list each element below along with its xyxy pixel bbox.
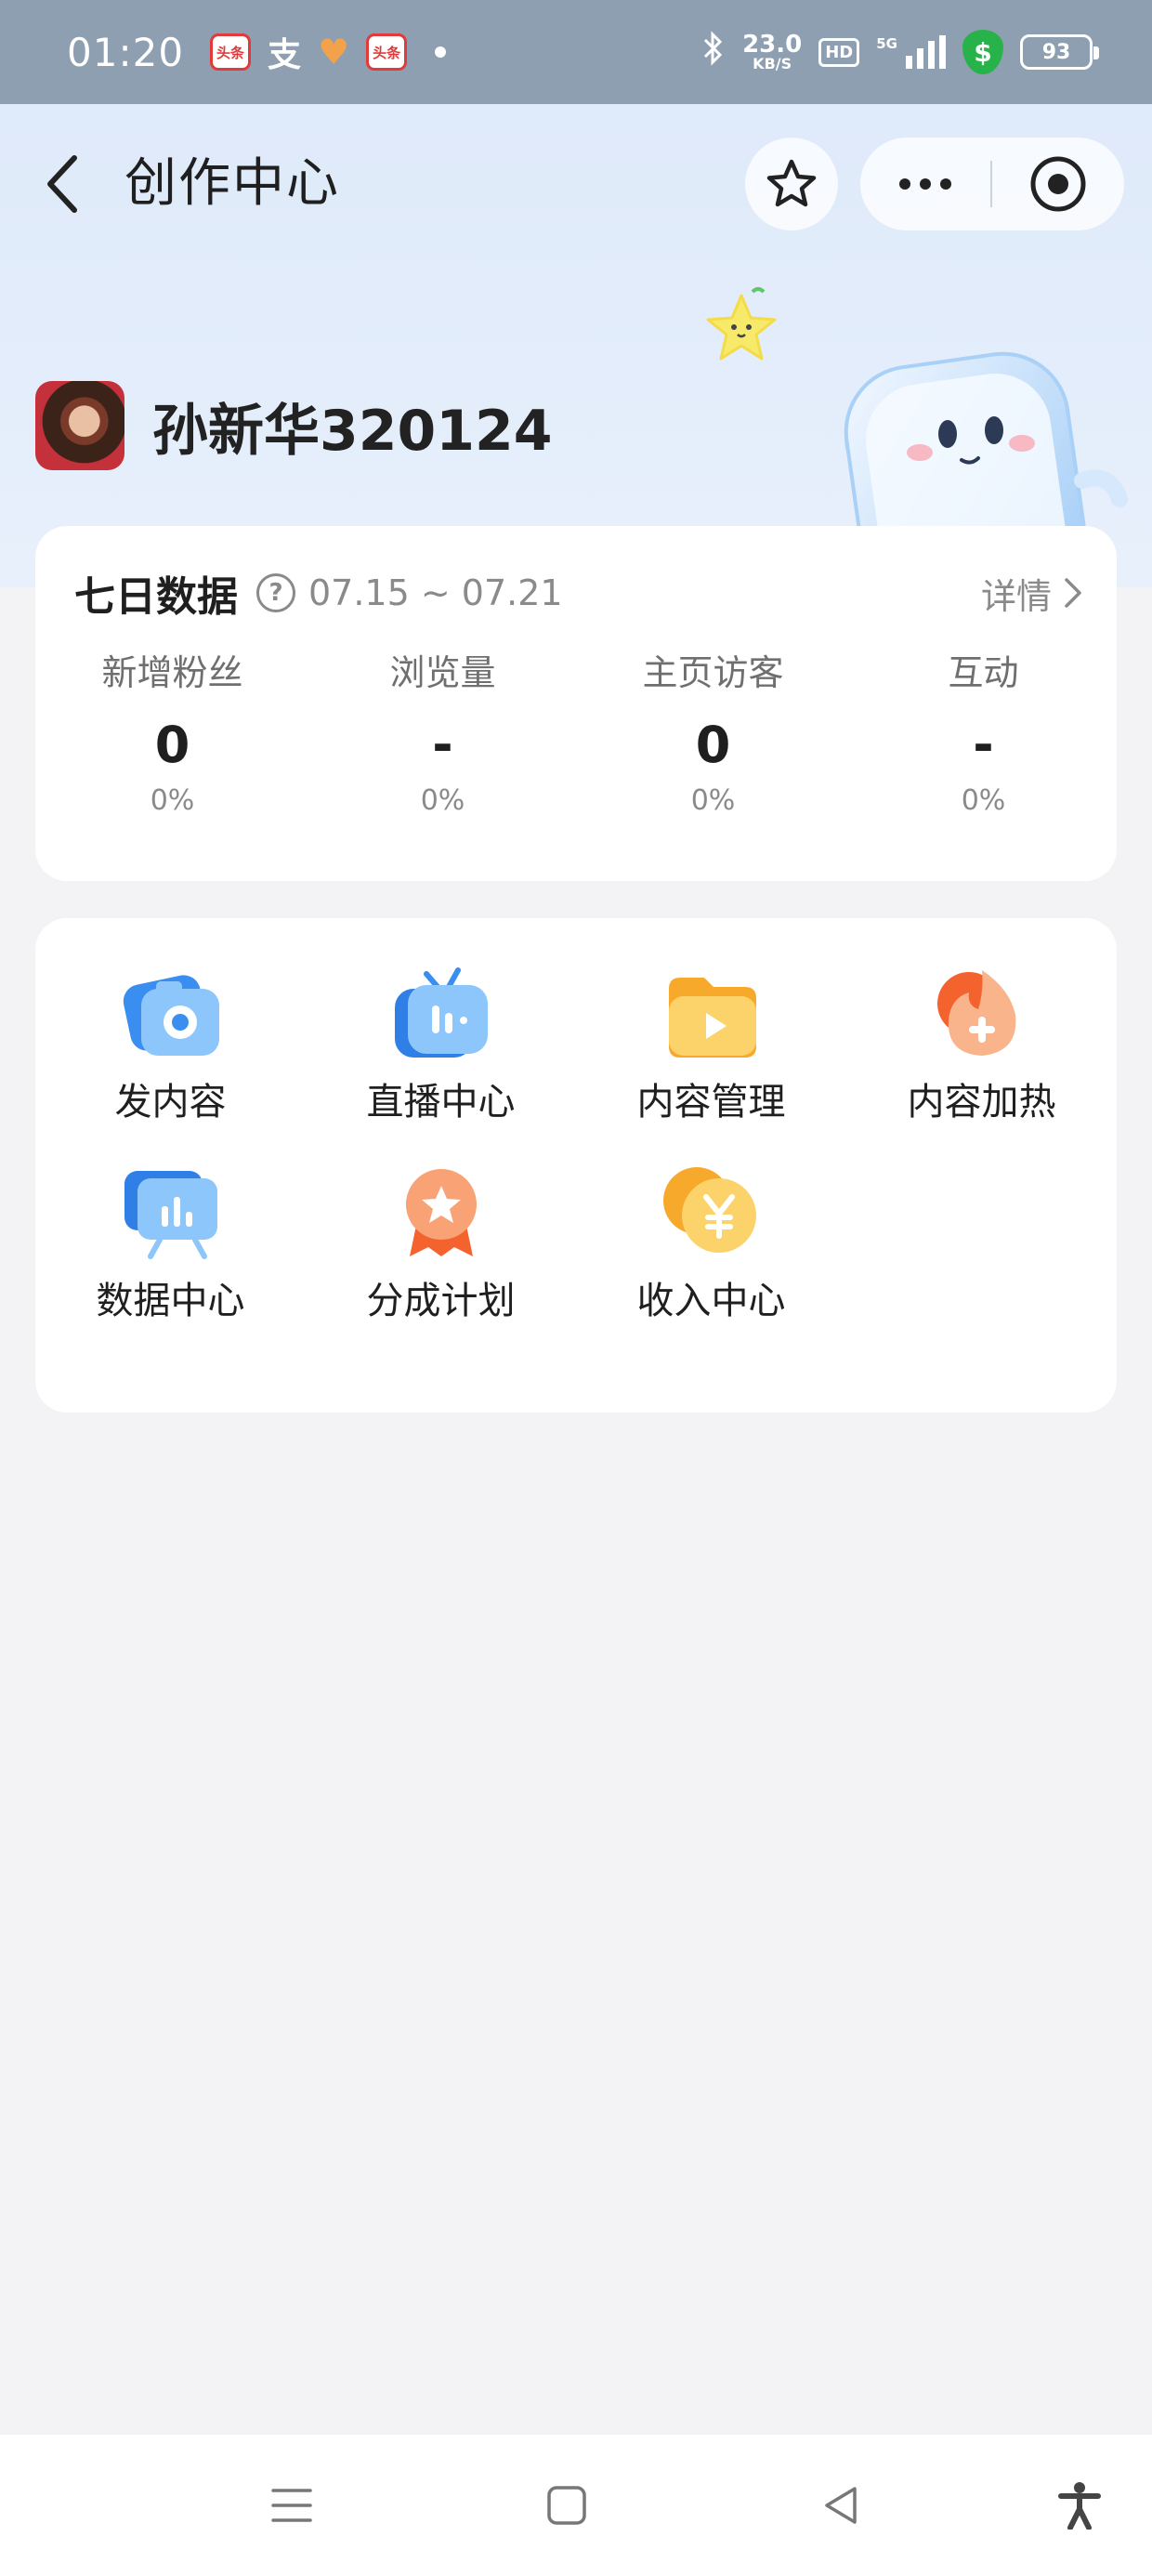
status-notification-icons: 头条 支 ♥ 头条 (210, 28, 447, 76)
metric-change: 0% (420, 784, 465, 817)
details-label: 详情 (980, 575, 1052, 617)
tool-label: 数据中心 (96, 1280, 245, 1322)
metric-new-followers[interactable]: 新增粉丝 0 0% (35, 647, 306, 821)
tool-label: 发内容 (114, 1081, 227, 1124)
nav-bar: 创作中心 (0, 104, 1152, 260)
tool-label: 直播中心 (366, 1081, 516, 1124)
tool-publish-content[interactable]: 发内容 (35, 961, 306, 1128)
system-back-button[interactable] (805, 2468, 879, 2543)
hero-banner: 创作中心 孙新华320124 (0, 104, 1152, 587)
chart-board-icon (124, 1171, 217, 1259)
seven-day-stats-card: 七日数据 ? 07.15 ~ 07.21 详情 新增粉丝 0 0% 浏览量 - … (35, 526, 1117, 881)
bluetooth-icon (701, 30, 726, 74)
page-title: 创作中心 (124, 153, 340, 214)
tools-card: 发内容 直播中心 内容管理 内容加热 数据中心 分成计划 收入中心 (35, 918, 1117, 1413)
status-bar: 01:20 头条 支 ♥ 头条 23.0 KB/S HD 5G $ 93 (0, 0, 1152, 104)
metric-value: - (973, 716, 994, 774)
tool-label: 收入中心 (636, 1280, 786, 1322)
battery-icon: 93 (1020, 34, 1099, 70)
network-speed-unit: KB/S (753, 55, 792, 72)
stats-title: 七日数据 (74, 573, 238, 621)
back-button[interactable] (33, 147, 93, 221)
tool-revenue-share-plan[interactable]: 分成计划 (306, 1160, 576, 1327)
star-mascot-icon (706, 287, 777, 361)
metric-interactions[interactable]: 互动 - 0% (846, 647, 1117, 821)
metrics-row: 新增粉丝 0 0% 浏览量 - 0% 主页访客 0 0% 互动 - 0% (35, 647, 1117, 821)
metric-label: 互动 (948, 652, 1019, 693)
tool-income-center[interactable]: 收入中心 (576, 1160, 846, 1327)
star-outline-icon (766, 159, 817, 207)
tools-grid: 发内容 直播中心 内容管理 内容加热 数据中心 分成计划 收入中心 (35, 961, 1117, 1327)
network-type: 5G (876, 35, 897, 52)
tool-label: 内容加热 (907, 1081, 1056, 1124)
hd-icon: HD (818, 37, 860, 67)
camera-icon (123, 975, 219, 1056)
help-icon[interactable]: ? (256, 573, 295, 612)
alipay-icon: 支 (268, 36, 302, 74)
recent-apps-button[interactable] (255, 2468, 329, 2543)
metric-change: 0% (150, 784, 195, 817)
more-menu-button[interactable] (860, 138, 990, 230)
metric-value: - (432, 716, 453, 774)
profile-header[interactable]: 孙新华320124 (35, 381, 553, 470)
close-mini-program-button[interactable] (992, 138, 1124, 230)
accessibility-person-icon (1058, 2482, 1101, 2530)
square-home-icon (547, 2486, 586, 2525)
signal-icon: 5G (876, 35, 946, 69)
yuan-coin-icon (662, 1167, 756, 1253)
chevron-right-icon (1065, 578, 1081, 608)
details-link[interactable]: 详情 (981, 568, 1083, 619)
tool-label: 分成计划 (366, 1280, 516, 1322)
status-system-icons: 23.0 KB/S HD 5G $ 93 (701, 30, 1099, 74)
triangle-back-icon (825, 2487, 857, 2524)
target-close-icon (1030, 156, 1086, 212)
medal-icon (405, 1169, 477, 1256)
mini-program-capsule (860, 138, 1124, 230)
tool-content-boost[interactable]: 内容加热 (846, 961, 1117, 1128)
tool-data-center[interactable]: 数据中心 (35, 1160, 306, 1327)
tool-live-center[interactable]: 直播中心 (306, 961, 576, 1128)
metric-label: 主页访客 (642, 652, 784, 693)
date-range: 07.15 ~ 07.21 (308, 572, 563, 613)
network-speed: 23.0 KB/S (742, 33, 802, 72)
stats-header: 七日数据 ? 07.15 ~ 07.21 详情 (74, 563, 1083, 623)
toutiao-app-icon-2: 头条 (366, 33, 408, 71)
menu-lines-icon (271, 2489, 312, 2522)
metric-value: 0 (695, 716, 731, 774)
home-button[interactable] (530, 2468, 604, 2543)
tv-icon (394, 967, 488, 1058)
metric-label: 浏览量 (389, 652, 496, 693)
status-time: 01:20 (67, 29, 185, 75)
security-shield-icon: $ (962, 30, 1003, 74)
chevron-left-icon (47, 155, 77, 213)
heart-app-icon: ♥ (318, 32, 350, 72)
tool-label: 内容管理 (636, 1081, 786, 1124)
metric-views[interactable]: 浏览量 - 0% (306, 647, 576, 821)
more-notifications-dot-icon (435, 46, 447, 58)
metric-change: 0% (690, 784, 736, 817)
avatar[interactable] (35, 381, 124, 470)
toutiao-app-icon: 头条 (210, 33, 252, 71)
folder-play-icon (668, 978, 756, 1058)
metric-change: 0% (961, 784, 1006, 817)
system-nav-bar (0, 2435, 1152, 2576)
favorite-button[interactable] (745, 138, 838, 230)
metric-label: 新增粉丝 (101, 652, 243, 693)
metric-profile-visitors[interactable]: 主页访客 0 0% (576, 647, 846, 821)
accessibility-button[interactable] (1042, 2468, 1117, 2543)
username: 孙新华320124 (152, 398, 553, 464)
metric-value: 0 (154, 716, 190, 774)
flame-plus-icon (936, 970, 1015, 1056)
network-speed-value: 23.0 (742, 31, 803, 59)
tool-content-management[interactable]: 内容管理 (576, 961, 846, 1128)
